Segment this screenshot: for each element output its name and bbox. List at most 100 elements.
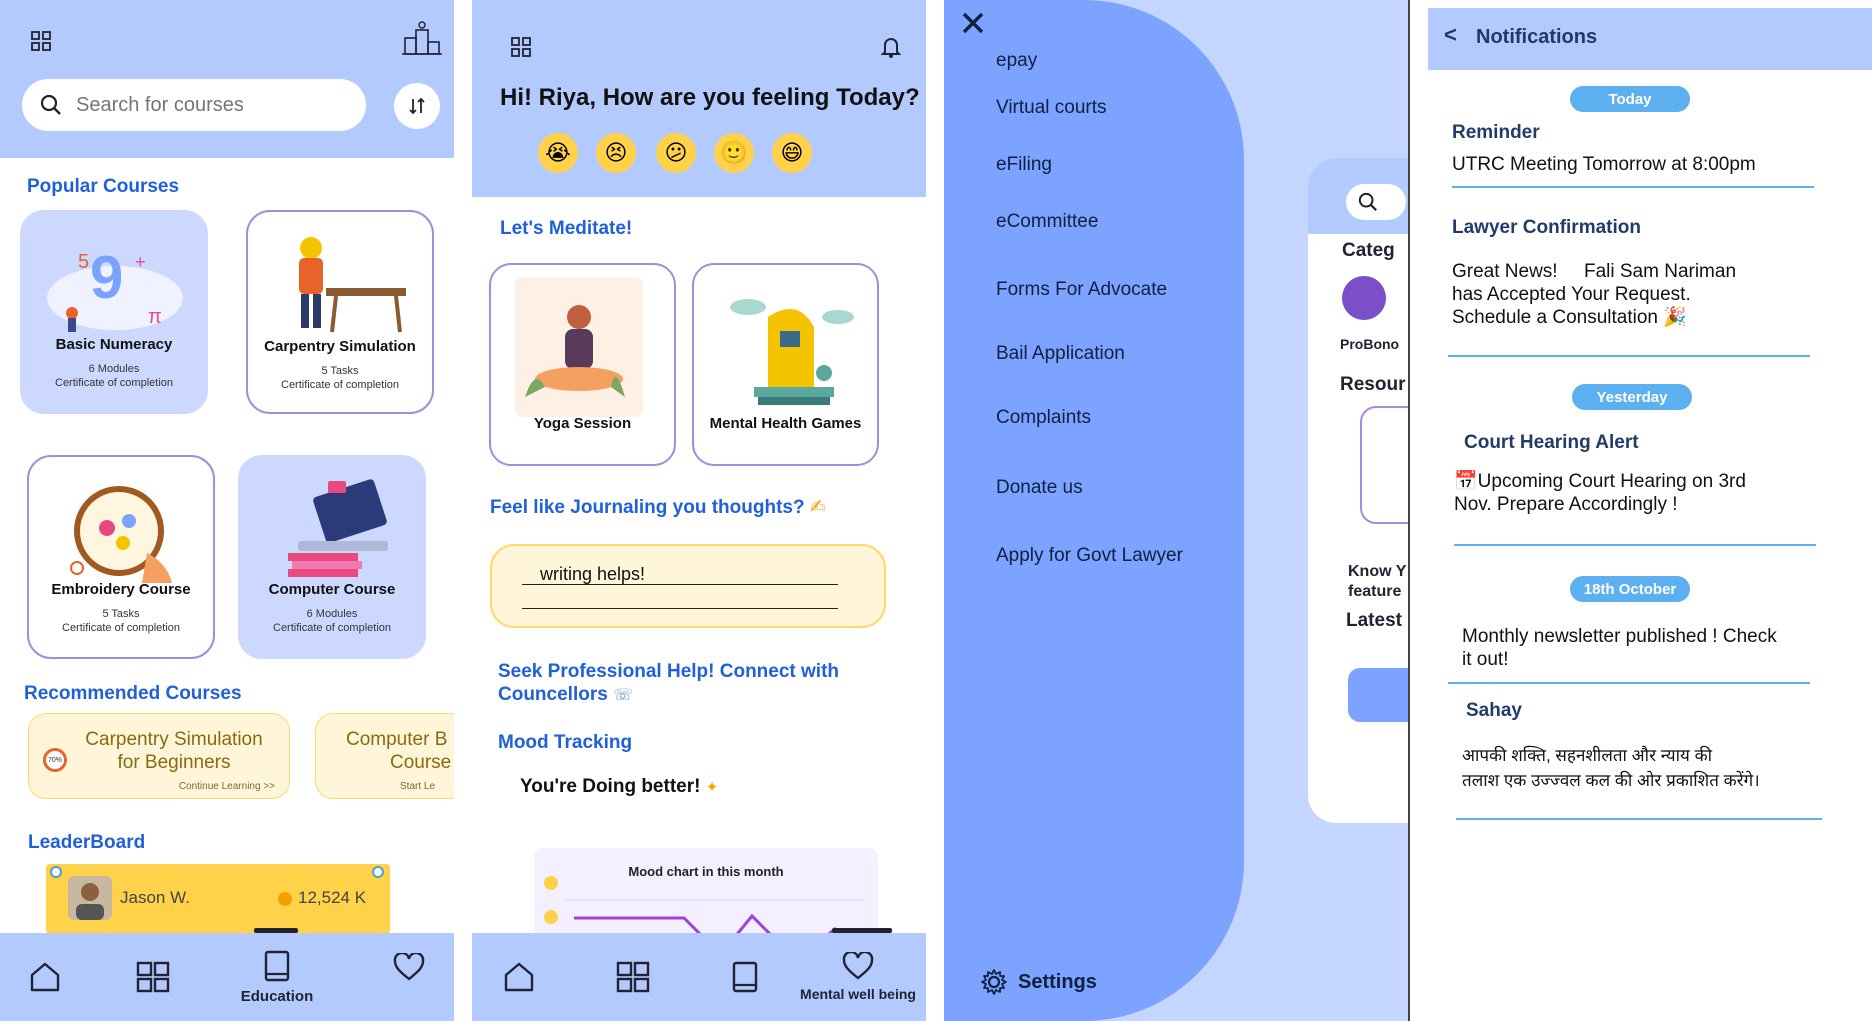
drawer-item-bail-application[interactable]: Bail Application	[996, 343, 1125, 365]
nav-wellbeing[interactable]: Mental well being	[790, 933, 926, 1021]
course-card-carpentry[interactable]: Carpentry Simulation 5 Tasks Certificate …	[246, 210, 434, 414]
drawer-item-ecommittee[interactable]: eCommittee	[996, 211, 1098, 233]
mood-tracking-title: Mood Tracking	[498, 732, 633, 753]
mood-happy-icon[interactable]: 😄	[772, 133, 812, 173]
close-icon[interactable]	[958, 8, 988, 38]
meditation-name: Yoga Session	[533, 415, 632, 432]
mood-smile-icon[interactable]: 🙂	[714, 133, 754, 173]
drawer-item-forms-for-advocate[interactable]: Forms For Advocate	[996, 279, 1167, 301]
background-search	[1346, 184, 1406, 220]
settings-label: Settings	[1018, 970, 1097, 993]
drawer-item-complaints[interactable]: Complaints	[996, 407, 1091, 429]
journal-line	[522, 584, 838, 585]
rank-dot-icon	[372, 866, 384, 878]
divider	[1454, 544, 1816, 546]
nav-education[interactable]: Education	[232, 933, 322, 1021]
mental-games-illustration	[718, 277, 854, 417]
course-meta: 5 Tasks Certificate of completion	[281, 365, 399, 391]
search-bar[interactable]	[22, 79, 366, 131]
mood-status: You're Doing better! ✦	[520, 776, 719, 797]
svg-text:π: π	[148, 306, 162, 328]
nav-wellbeing[interactable]	[384, 923, 434, 1011]
filter-button[interactable]	[394, 83, 440, 129]
background-text: Resour	[1340, 374, 1406, 395]
svg-text:+: +	[135, 252, 146, 272]
recommended-course-title: Carpentry Simulation for Beginners	[85, 729, 263, 773]
page-title: Notifications	[1476, 26, 1598, 48]
recommended-card-carpentry[interactable]: 70% Carpentry Simulation for Beginners Co…	[28, 713, 290, 799]
gear-icon	[981, 969, 1007, 995]
background-button	[1348, 668, 1409, 722]
divider	[1448, 682, 1810, 684]
journaling-title: Feel like Journaling you thoughts? ✍	[490, 497, 826, 518]
drawer-item-donate-us[interactable]: Donate us	[996, 477, 1083, 499]
nav-home[interactable]	[20, 933, 70, 1021]
course-name: Embroidery Course	[51, 581, 191, 598]
home-icon	[504, 962, 534, 992]
category-avatar	[1342, 276, 1386, 320]
progress-ring: 70%	[43, 748, 67, 772]
leader-name: Jason W.	[120, 888, 190, 907]
bell-icon[interactable]	[876, 32, 906, 62]
mood-crying-icon[interactable]: 😭	[538, 133, 578, 173]
course-card-computer[interactable]: Computer Course 6 Modules Certificate of …	[238, 455, 426, 659]
mood-line	[564, 899, 864, 938]
numeracy-illustration: 9 5 + π	[40, 228, 190, 346]
grid-menu-icon[interactable]	[26, 26, 56, 56]
journal-box[interactable]: writing helps!	[490, 544, 886, 628]
course-card-basic-numeracy[interactable]: 9 5 + π Basic Numeracy 6 Modules Certificate…	[20, 210, 208, 414]
continue-learning-link[interactable]: Continue Learning >>	[179, 781, 275, 792]
recommended-card-computer[interactable]: Computer B Course Start Le	[315, 713, 454, 799]
book-icon	[264, 950, 290, 981]
nav-education[interactable]	[720, 933, 770, 1021]
journal-line	[522, 608, 838, 609]
notifications-header: < Notifications	[1428, 8, 1872, 70]
back-icon[interactable]: <	[1444, 22, 1457, 48]
drawer-item-epay[interactable]: epay	[996, 50, 1037, 72]
sort-icon	[409, 97, 425, 115]
notification-body: UTRC Meeting Tomorrow at 8:00pm	[1452, 154, 1756, 175]
recommended-courses-title: Recommended Courses	[24, 683, 242, 704]
drawer-screen: Categ ProBono Resour Know Yfeature Lates…	[944, 0, 1409, 1021]
drawer-item-apply-govt-lawyer[interactable]: Apply for Govt Lawyer	[996, 545, 1183, 567]
nav-categories[interactable]	[608, 933, 658, 1021]
chart-emoji-icon	[544, 910, 558, 924]
background-page-card: Categ ProBono Resour Know Yfeature Lates…	[1308, 158, 1409, 823]
professional-help-link[interactable]: Seek Professional Help! Connect with Coun…	[498, 660, 839, 707]
grid-icon	[616, 961, 650, 993]
leaderboard-podium-icon[interactable]	[400, 18, 444, 58]
mood-sad-icon[interactable]: 😣	[596, 133, 636, 173]
mood-confused-icon[interactable]: 😕	[656, 133, 696, 173]
background-text: Know Yfeature	[1348, 563, 1407, 600]
start-learning-link[interactable]: Start Le	[400, 781, 435, 792]
leaderboard-title: LeaderBoard	[28, 832, 146, 853]
notification-title: Reminder	[1452, 122, 1540, 143]
drawer-item-virtual-courts[interactable]: Virtual courts	[996, 97, 1107, 119]
nav-home[interactable]	[494, 933, 544, 1021]
yoga-illustration	[515, 277, 643, 417]
rank-dot-icon	[50, 866, 62, 878]
drawer-item-efiling[interactable]: eFiling	[996, 154, 1052, 176]
coin-icon	[278, 892, 292, 906]
nav-categories[interactable]	[128, 933, 178, 1021]
notification-title: Sahay	[1466, 700, 1522, 721]
notification-body: Great News! Fali Sam Nariman has Accepted…	[1452, 261, 1737, 328]
settings-button[interactable]: Settings	[980, 968, 1097, 996]
meditation-card-yoga[interactable]: Yoga Session	[489, 263, 676, 466]
home-icon	[30, 962, 60, 992]
date-badge-october: 18th October	[1570, 576, 1690, 602]
course-meta: 6 Modules Certificate of completion	[55, 363, 173, 389]
svg-text:9: 9	[90, 244, 123, 311]
date-badge-today: Today	[1570, 86, 1690, 112]
journal-text[interactable]: writing helps!	[540, 564, 645, 585]
course-card-embroidery[interactable]: Embroidery Course 5 Tasks Certificate of …	[27, 455, 215, 659]
search-input[interactable]	[76, 93, 316, 117]
heart-icon	[842, 952, 874, 980]
meditation-card-games[interactable]: Mental Health Games	[692, 263, 879, 466]
grid-menu-icon[interactable]	[506, 32, 536, 62]
avatar	[68, 876, 112, 920]
notification-body: Monthly newsletter published ! Check it o…	[1462, 626, 1777, 670]
bottom-navigation: Mental well being	[472, 928, 926, 1021]
greeting-text: Hi! Riya, How are you feeling Today?	[500, 84, 920, 111]
notification-title: Court Hearing Alert	[1464, 432, 1639, 453]
